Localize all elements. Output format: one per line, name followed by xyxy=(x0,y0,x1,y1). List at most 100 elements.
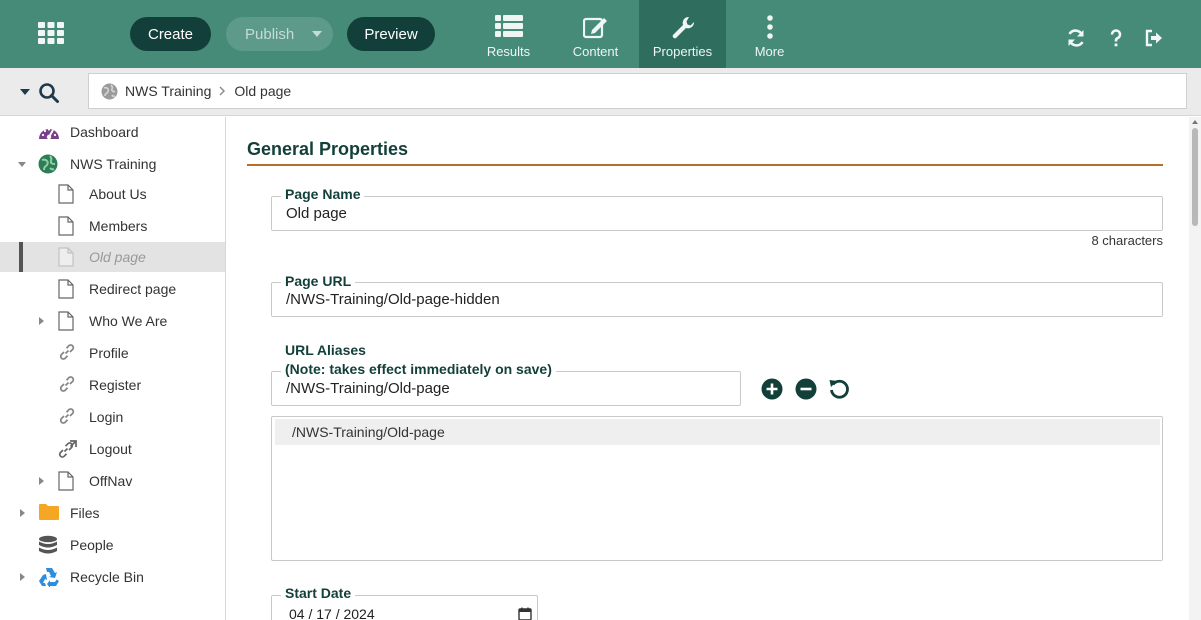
url-aliases-note: (Note: takes effect immediately on save) xyxy=(281,361,556,377)
sidebar-item-old-page[interactable]: Old page xyxy=(0,242,225,272)
sidebar-item-about-us[interactable]: About Us xyxy=(0,179,225,209)
link-icon xyxy=(59,408,75,424)
sidebar-item-redirect-page[interactable]: Redirect page xyxy=(0,274,225,304)
sidebar-item-logout[interactable]: Logout xyxy=(0,434,225,464)
help-icon[interactable] xyxy=(1106,28,1126,48)
sidebar-item-offnav[interactable]: OffNav xyxy=(0,466,225,496)
logout-icon[interactable] xyxy=(1144,28,1164,48)
section-title: General Properties xyxy=(247,139,409,159)
top-toolbar: Create Publish Preview Results Content P… xyxy=(0,0,1201,68)
remove-alias-icon[interactable] xyxy=(795,378,817,400)
tab-results-label: Results xyxy=(486,44,531,59)
sidebar-item-nws-training[interactable]: NWS Training xyxy=(0,149,225,179)
page-icon xyxy=(58,311,74,331)
more-vertical-icon xyxy=(766,15,773,39)
url-alias-list[interactable]: /NWS-Training/Old-page xyxy=(271,416,1163,561)
tab-properties[interactable]: Properties xyxy=(639,0,726,68)
sidebar-item-label: About Us xyxy=(89,186,147,202)
chevron-right-icon xyxy=(219,86,226,96)
edit-icon xyxy=(582,17,607,39)
page-url-input[interactable]: /NWS-Training/Old-page-hidden xyxy=(271,282,1163,317)
page-name-value: Old page xyxy=(286,205,347,222)
search-icon[interactable] xyxy=(38,82,60,104)
sidebar-item-label: Recycle Bin xyxy=(70,569,144,585)
sidebar-item-label: Register xyxy=(89,377,142,393)
main-scrollbar[interactable] xyxy=(1189,117,1201,620)
sidebar-item-label: Profile xyxy=(89,345,129,361)
sidebar-item-label: Files xyxy=(70,505,100,521)
breadcrumb-item-root[interactable]: NWS Training xyxy=(125,83,211,99)
database-icon xyxy=(39,535,57,554)
page-icon xyxy=(58,471,74,491)
chevron-down-icon[interactable] xyxy=(18,162,26,167)
sidebar-item-label: Redirect page xyxy=(89,281,177,297)
page-icon xyxy=(58,184,74,204)
chevron-right-icon[interactable] xyxy=(39,477,44,485)
scrollbar-thumb[interactable] xyxy=(1192,128,1198,226)
chevron-right-icon[interactable] xyxy=(39,317,44,325)
sidebar-item-people[interactable]: People xyxy=(0,530,225,560)
create-button[interactable]: Create xyxy=(130,17,211,51)
tab-more-label: More xyxy=(754,44,785,59)
page-name-label: Page Name xyxy=(281,186,365,202)
site-tree-sidebar: Dashboard NWS Training About Us Members … xyxy=(0,117,226,620)
sidebar-item-profile[interactable]: Profile xyxy=(0,338,225,368)
scroll-up-icon[interactable] xyxy=(1192,120,1198,124)
folder-icon xyxy=(39,504,59,520)
sidebar-item-dashboard[interactable]: Dashboard xyxy=(0,117,225,147)
refresh-icon[interactable] xyxy=(1066,28,1086,48)
publish-label: Publish xyxy=(245,25,295,43)
url-alias-value: /NWS-Training/Old-page xyxy=(286,380,450,397)
globe-icon xyxy=(38,154,58,174)
tab-content[interactable]: Content xyxy=(552,0,639,68)
url-aliases-label: URL Aliases xyxy=(281,342,370,358)
page-icon xyxy=(58,216,74,236)
sidebar-item-label: Dashboard xyxy=(70,124,139,140)
page-url-label: Page URL xyxy=(281,273,356,289)
page-url-value: /NWS-Training/Old-page-hidden xyxy=(286,291,500,308)
calendar-icon[interactable] xyxy=(518,607,532,620)
start-date-value: 04 / 17 / 2024 xyxy=(289,606,375,620)
properties-panel: General Properties Old page Page Name 8 … xyxy=(227,117,1189,620)
sidebar-item-register[interactable]: Register xyxy=(0,370,225,400)
chevron-right-icon[interactable] xyxy=(20,573,25,581)
sidebar-item-recycle-bin[interactable]: Recycle Bin xyxy=(0,562,225,592)
sidebar-item-label: Logout xyxy=(89,441,132,457)
link-icon xyxy=(59,376,75,392)
navigation-bar: NWS Training Old page xyxy=(0,68,1201,116)
reset-alias-icon[interactable] xyxy=(828,378,850,400)
sidebar-item-label: Login xyxy=(89,409,124,425)
apps-grid-icon[interactable] xyxy=(38,22,64,44)
add-alias-icon[interactable] xyxy=(761,378,783,400)
breadcrumb-item-current: Old page xyxy=(234,83,292,99)
chevron-right-icon[interactable] xyxy=(20,509,25,517)
sidebar-item-login[interactable]: Login xyxy=(0,402,225,432)
sidebar-item-who-we-are[interactable]: Who We Are xyxy=(0,306,225,336)
sidebar-item-label: Members xyxy=(89,218,148,234)
list-item[interactable]: /NWS-Training/Old-page xyxy=(275,419,1160,445)
chevron-down-icon[interactable] xyxy=(20,89,30,95)
publish-button[interactable]: Publish xyxy=(226,17,333,51)
list-icon xyxy=(494,15,523,37)
tab-results[interactable]: Results xyxy=(465,0,552,68)
selection-indicator xyxy=(19,242,23,272)
tab-properties-label: Properties xyxy=(652,44,713,59)
external-link-icon xyxy=(58,440,77,458)
sidebar-item-label: NWS Training xyxy=(70,156,157,172)
section-divider xyxy=(247,164,1163,166)
globe-icon xyxy=(101,83,118,99)
sidebar-item-members[interactable]: Members xyxy=(0,211,225,241)
recycle-icon xyxy=(39,568,59,587)
link-icon xyxy=(59,344,75,360)
dashboard-icon xyxy=(39,128,59,140)
breadcrumb: NWS Training Old page xyxy=(88,73,1187,109)
sidebar-item-label: Who We Are xyxy=(89,313,168,329)
sidebar-item-label: Old page xyxy=(89,249,146,265)
page-name-input[interactable]: Old page xyxy=(271,196,1163,231)
page-icon xyxy=(58,279,74,299)
sidebar-item-files[interactable]: Files xyxy=(0,498,225,528)
preview-button[interactable]: Preview xyxy=(347,17,435,51)
character-count: 8 characters xyxy=(1091,233,1163,248)
tab-more[interactable]: More xyxy=(726,0,813,68)
sidebar-item-label: People xyxy=(70,537,114,553)
